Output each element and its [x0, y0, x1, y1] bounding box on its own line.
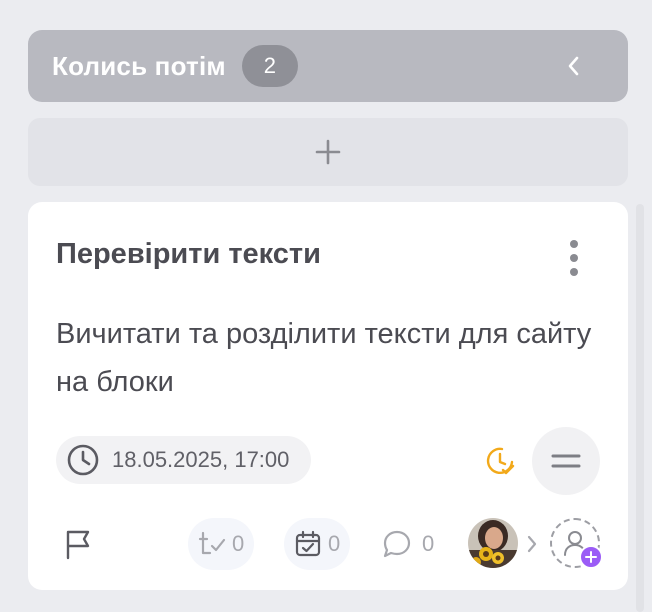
due-date-text: 18.05.2025, 17:00 — [112, 447, 290, 472]
chevron-right-icon[interactable] — [524, 533, 540, 555]
comments-count: 0 — [422, 531, 435, 556]
clock-check-icon — [486, 447, 515, 475]
assignee-avatar[interactable] — [468, 518, 518, 568]
flag-icon — [66, 530, 90, 560]
column-scrollbar[interactable] — [636, 204, 644, 612]
priority-button[interactable] — [532, 427, 600, 495]
comment-icon — [383, 530, 411, 558]
plus-icon — [315, 139, 341, 165]
task-count-badge: 2 — [241, 45, 298, 87]
comments-counter[interactable]: 0 — [382, 518, 434, 570]
add-card-button[interactable] — [28, 118, 628, 186]
flag-button[interactable] — [64, 518, 96, 570]
user-plus-icon[interactable] — [579, 545, 603, 569]
card-title: Перевірити тексти — [56, 238, 321, 270]
checklist-counter[interactable]: 0 — [188, 518, 255, 570]
clock-icon — [67, 444, 99, 476]
more-vertical-icon — [570, 240, 578, 248]
card-description: Вичитати та розділити тексти для сайту н… — [56, 318, 592, 398]
priority-medium-icon — [551, 454, 581, 468]
due-date-chip[interactable]: 18.05.2025, 17:00 — [56, 436, 312, 484]
task-card[interactable]: Перевірити тексти Вичитати та розділити … — [28, 202, 628, 590]
subtasks-counter[interactable]: 0 — [284, 518, 351, 570]
card-menu-button[interactable] — [564, 238, 584, 278]
calendar-check-icon — [295, 530, 321, 557]
checklist-count: 0 — [232, 531, 245, 556]
chevron-left-icon — [568, 56, 579, 76]
column-header: Колись потім 2 — [28, 30, 628, 102]
column-title: Колись потім — [52, 50, 226, 81]
collapse-column-button[interactable] — [560, 52, 588, 80]
checklist-icon — [198, 531, 226, 555]
subtasks-count: 0 — [328, 531, 341, 556]
